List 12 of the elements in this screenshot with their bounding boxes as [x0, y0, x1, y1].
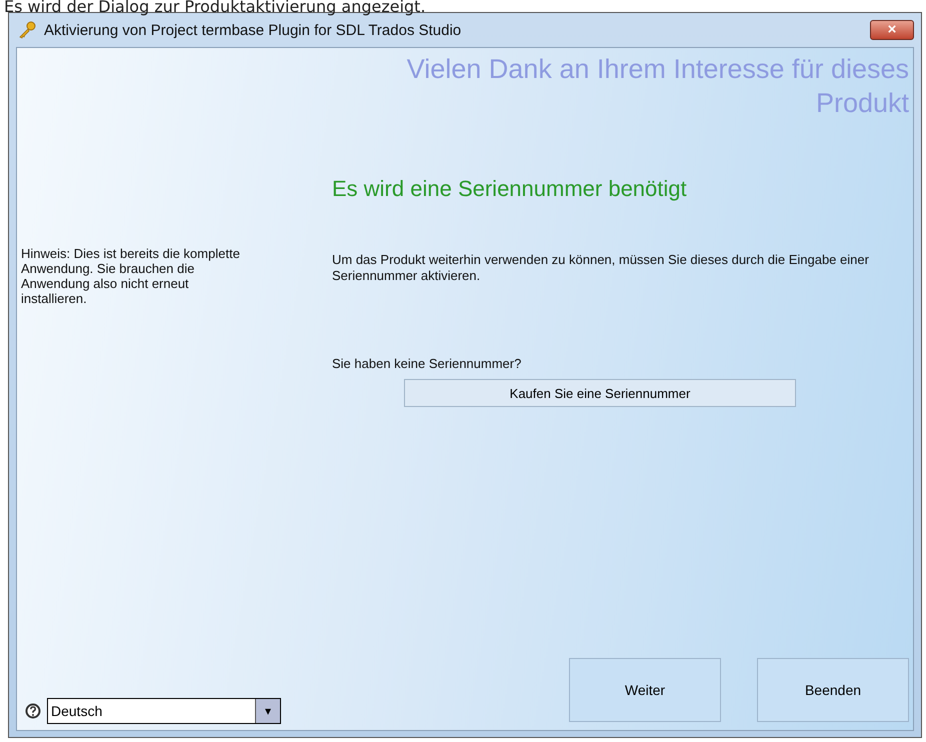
language-dropdown[interactable]: Deutsch ▾: [47, 698, 281, 724]
subheading-text: Es wird eine Seriennummer benötigt: [332, 176, 688, 202]
window-title: Aktivierung von Project termbase Plugin for SDL Trados Studio: [44, 22, 462, 38]
buy-serial-button[interactable]: Kaufen Sie eine Seriennummer: [404, 379, 796, 407]
next-button[interactable]: Weiter: [569, 658, 721, 722]
exit-button[interactable]: Beenden: [757, 658, 909, 722]
hint-text: Hinweis: Dies ist bereits die komplette Anwendung. Sie brauchen die Anwendung also nicht erneut installieren.: [21, 246, 241, 306]
question-text: Sie haben keine Seriennummer?: [332, 356, 522, 371]
key-icon: [18, 21, 36, 39]
heading-text: Vielen Dank an Ihrem Interesse für dieses Produkt: [406, 53, 909, 120]
description-text: Um das Produkt weiterhin verwenden zu können, müssen Sie dieses durch die Eingabe einer Seriennummer aktivieren.: [332, 252, 870, 284]
help-icon[interactable]: [25, 703, 41, 719]
